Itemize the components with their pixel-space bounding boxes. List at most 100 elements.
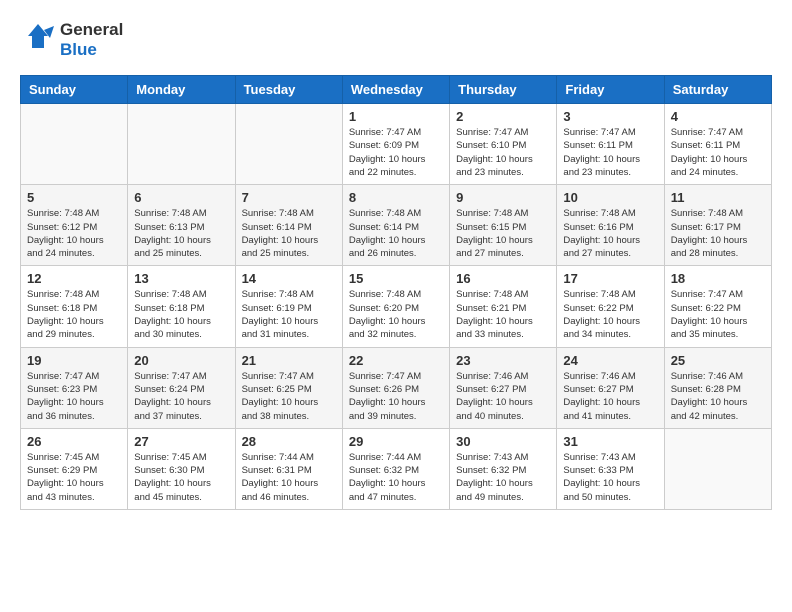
logo-wordmark: General Blue: [20, 20, 123, 59]
day-number: 11: [671, 190, 765, 205]
day-info: Sunrise: 7:47 AM Sunset: 6:24 PM Dayligh…: [134, 370, 228, 423]
day-number: 31: [563, 434, 657, 449]
day-number: 22: [349, 353, 443, 368]
calendar-week-row: 26 Sunrise: 7:45 AM Sunset: 6:29 PM Dayli…: [21, 428, 772, 509]
day-info: Sunrise: 7:48 AM Sunset: 6:19 PM Dayligh…: [242, 288, 336, 341]
day-number: 2: [456, 109, 550, 124]
day-number: 26: [27, 434, 121, 449]
logo-general-text: General: [60, 20, 123, 40]
calendar-cell: 26 Sunrise: 7:45 AM Sunset: 6:29 PM Dayli…: [21, 428, 128, 509]
day-number: 17: [563, 271, 657, 286]
day-info: Sunrise: 7:48 AM Sunset: 6:16 PM Dayligh…: [563, 207, 657, 260]
day-info: Sunrise: 7:44 AM Sunset: 6:31 PM Dayligh…: [242, 451, 336, 504]
calendar-cell: 20 Sunrise: 7:47 AM Sunset: 6:24 PM Dayli…: [128, 347, 235, 428]
calendar-cell: 8 Sunrise: 7:48 AM Sunset: 6:14 PM Daylig…: [342, 185, 449, 266]
day-info: Sunrise: 7:48 AM Sunset: 6:21 PM Dayligh…: [456, 288, 550, 341]
day-info: Sunrise: 7:48 AM Sunset: 6:14 PM Dayligh…: [242, 207, 336, 260]
column-header-saturday: Saturday: [664, 76, 771, 104]
column-header-thursday: Thursday: [450, 76, 557, 104]
day-number: 27: [134, 434, 228, 449]
day-number: 9: [456, 190, 550, 205]
calendar-week-row: 5 Sunrise: 7:48 AM Sunset: 6:12 PM Daylig…: [21, 185, 772, 266]
day-info: Sunrise: 7:48 AM Sunset: 6:15 PM Dayligh…: [456, 207, 550, 260]
day-number: 25: [671, 353, 765, 368]
calendar-cell: 10 Sunrise: 7:48 AM Sunset: 6:16 PM Dayli…: [557, 185, 664, 266]
calendar-cell: 21 Sunrise: 7:47 AM Sunset: 6:25 PM Dayli…: [235, 347, 342, 428]
day-number: 29: [349, 434, 443, 449]
day-number: 30: [456, 434, 550, 449]
day-info: Sunrise: 7:47 AM Sunset: 6:26 PM Dayligh…: [349, 370, 443, 423]
day-info: Sunrise: 7:47 AM Sunset: 6:11 PM Dayligh…: [671, 126, 765, 179]
calendar-cell: 6Sunrise: 7:48 AM Sunset: 6:13 PM Daylig…: [128, 185, 235, 266]
day-info: Sunrise: 7:43 AM Sunset: 6:32 PM Dayligh…: [456, 451, 550, 504]
calendar-cell: 9 Sunrise: 7:48 AM Sunset: 6:15 PM Daylig…: [450, 185, 557, 266]
column-header-sunday: Sunday: [21, 76, 128, 104]
calendar-cell: 27 Sunrise: 7:45 AM Sunset: 6:30 PM Dayli…: [128, 428, 235, 509]
calendar-cell: 17 Sunrise: 7:48 AM Sunset: 6:22 PM Dayli…: [557, 266, 664, 347]
day-number: 4: [671, 109, 765, 124]
day-info: Sunrise: 7:48 AM Sunset: 6:22 PM Dayligh…: [563, 288, 657, 341]
column-header-wednesday: Wednesday: [342, 76, 449, 104]
day-number: 7: [242, 190, 336, 205]
day-info: Sunrise: 7:48 AM Sunset: 6:12 PM Dayligh…: [27, 207, 121, 260]
day-number: 1: [349, 109, 443, 124]
calendar-cell: 5 Sunrise: 7:48 AM Sunset: 6:12 PM Daylig…: [21, 185, 128, 266]
calendar-week-row: 19Sunrise: 7:47 AM Sunset: 6:23 PM Dayli…: [21, 347, 772, 428]
day-number: 12: [27, 271, 121, 286]
day-info: Sunrise: 7:46 AM Sunset: 6:28 PM Dayligh…: [671, 370, 765, 423]
day-info: Sunrise: 7:47 AM Sunset: 6:25 PM Dayligh…: [242, 370, 336, 423]
calendar-cell: 14Sunrise: 7:48 AM Sunset: 6:19 PM Dayli…: [235, 266, 342, 347]
day-number: 21: [242, 353, 336, 368]
day-info: Sunrise: 7:44 AM Sunset: 6:32 PM Dayligh…: [349, 451, 443, 504]
calendar-cell: [664, 428, 771, 509]
calendar-cell: 28 Sunrise: 7:44 AM Sunset: 6:31 PM Dayli…: [235, 428, 342, 509]
day-number: 13: [134, 271, 228, 286]
calendar-cell: 7 Sunrise: 7:48 AM Sunset: 6:14 PM Daylig…: [235, 185, 342, 266]
calendar-cell: 31 Sunrise: 7:43 AM Sunset: 6:33 PM Dayli…: [557, 428, 664, 509]
calendar-cell: 15 Sunrise: 7:48 AM Sunset: 6:20 PM Dayli…: [342, 266, 449, 347]
day-number: 23: [456, 353, 550, 368]
day-info: Sunrise: 7:43 AM Sunset: 6:33 PM Dayligh…: [563, 451, 657, 504]
calendar-cell: 24Sunrise: 7:46 AM Sunset: 6:27 PM Dayli…: [557, 347, 664, 428]
day-number: 3: [563, 109, 657, 124]
calendar-cell: 12 Sunrise: 7:48 AM Sunset: 6:18 PM Dayli…: [21, 266, 128, 347]
calendar-cell: 18Sunrise: 7:47 AM Sunset: 6:22 PM Dayli…: [664, 266, 771, 347]
column-header-tuesday: Tuesday: [235, 76, 342, 104]
day-number: 5: [27, 190, 121, 205]
logo-blue-text: Blue: [60, 40, 123, 60]
day-info: Sunrise: 7:46 AM Sunset: 6:27 PM Dayligh…: [456, 370, 550, 423]
calendar-cell: 3 Sunrise: 7:47 AM Sunset: 6:11 PM Daylig…: [557, 104, 664, 185]
day-number: 28: [242, 434, 336, 449]
calendar-cell: [235, 104, 342, 185]
day-info: Sunrise: 7:48 AM Sunset: 6:20 PM Dayligh…: [349, 288, 443, 341]
day-info: Sunrise: 7:47 AM Sunset: 6:11 PM Dayligh…: [563, 126, 657, 179]
calendar-cell: 4 Sunrise: 7:47 AM Sunset: 6:11 PM Daylig…: [664, 104, 771, 185]
day-info: Sunrise: 7:48 AM Sunset: 6:13 PM Dayligh…: [134, 207, 228, 260]
calendar-week-row: 1Sunrise: 7:47 AM Sunset: 6:09 PM Daylig…: [21, 104, 772, 185]
day-info: Sunrise: 7:48 AM Sunset: 6:18 PM Dayligh…: [27, 288, 121, 341]
calendar-header-row: SundayMondayTuesdayWednesdayThursdayFrid…: [21, 76, 772, 104]
calendar-cell: 30 Sunrise: 7:43 AM Sunset: 6:32 PM Dayli…: [450, 428, 557, 509]
day-info: Sunrise: 7:48 AM Sunset: 6:14 PM Dayligh…: [349, 207, 443, 260]
day-info: Sunrise: 7:47 AM Sunset: 6:10 PM Dayligh…: [456, 126, 550, 179]
calendar-cell: [128, 104, 235, 185]
day-number: 15: [349, 271, 443, 286]
day-info: Sunrise: 7:48 AM Sunset: 6:18 PM Dayligh…: [134, 288, 228, 341]
calendar-cell: 23 Sunrise: 7:46 AM Sunset: 6:27 PM Dayli…: [450, 347, 557, 428]
column-header-monday: Monday: [128, 76, 235, 104]
day-info: Sunrise: 7:45 AM Sunset: 6:29 PM Dayligh…: [27, 451, 121, 504]
day-number: 20: [134, 353, 228, 368]
day-info: Sunrise: 7:46 AM Sunset: 6:27 PM Dayligh…: [563, 370, 657, 423]
day-number: 10: [563, 190, 657, 205]
calendar-table: SundayMondayTuesdayWednesdayThursdayFrid…: [20, 75, 772, 510]
day-number: 8: [349, 190, 443, 205]
calendar-cell: 2 Sunrise: 7:47 AM Sunset: 6:10 PM Daylig…: [450, 104, 557, 185]
calendar-cell: [21, 104, 128, 185]
calendar-cell: 19Sunrise: 7:47 AM Sunset: 6:23 PM Dayli…: [21, 347, 128, 428]
logo: General Blue: [20, 20, 123, 59]
day-info: Sunrise: 7:47 AM Sunset: 6:22 PM Dayligh…: [671, 288, 765, 341]
day-number: 16: [456, 271, 550, 286]
day-info: Sunrise: 7:45 AM Sunset: 6:30 PM Dayligh…: [134, 451, 228, 504]
page-header: General Blue: [20, 20, 772, 59]
logo-bird-icon: [20, 22, 56, 58]
